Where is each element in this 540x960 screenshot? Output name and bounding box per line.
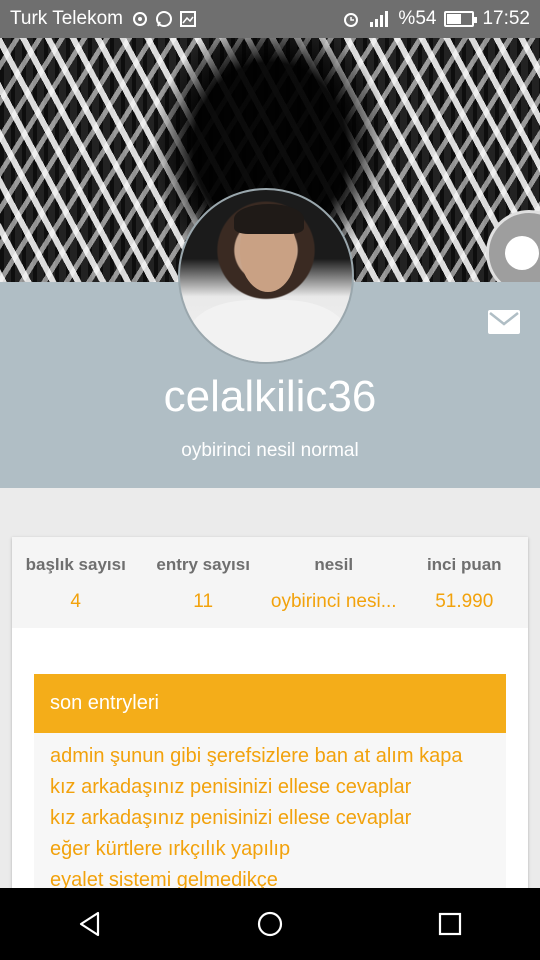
generation-label: oybirinci nesil normal <box>181 440 359 461</box>
recents-button[interactable] <box>430 904 470 944</box>
stat-nesil: nesil oybirinci nesi... <box>267 537 401 628</box>
home-circle-icon <box>257 911 283 937</box>
image-icon <box>179 11 196 27</box>
stat-baslik-count[interactable]: başlık sayısı 4 <box>12 537 139 628</box>
back-button[interactable] <box>70 904 110 944</box>
stat-label: nesil <box>314 555 354 574</box>
stat-value: 51.990 <box>435 591 494 612</box>
avatar[interactable] <box>178 188 354 364</box>
alarm-icon <box>344 13 359 27</box>
whatsapp-icon <box>155 11 172 27</box>
carrier-name: Turk Telekom <box>10 8 123 29</box>
clock: 17:52 <box>482 8 530 29</box>
entry-link[interactable]: eğer kürtlere ırkçılık yapılıp <box>50 834 490 865</box>
battery-percent: %54 <box>398 8 437 29</box>
location-ring-icon <box>132 12 147 26</box>
home-button[interactable] <box>250 904 290 944</box>
stat-label: entry sayısı <box>156 555 250 574</box>
stat-value: 11 <box>193 591 214 612</box>
signal-h-icon <box>370 11 389 27</box>
mail-icon[interactable] <box>488 310 520 334</box>
recent-entries-section: son entryleri admin şunun gibi şerefsizl… <box>34 674 506 896</box>
stat-value: oybirinci nesi... <box>270 591 397 612</box>
back-triangle-icon <box>79 911 100 937</box>
entry-link[interactable]: kız arkadaşınız penisinizi ellese cevapl… <box>50 803 490 834</box>
stat-value: 4 <box>70 591 81 612</box>
stat-inci-puan: inci puan 51.990 <box>401 537 528 628</box>
recent-entries-header: son entryleri <box>34 674 506 733</box>
stat-label: başlık sayısı <box>25 555 126 574</box>
stats-row: başlık sayısı 4 entry sayısı 11 nesil oy… <box>12 537 528 628</box>
stats-card: başlık sayısı 4 entry sayısı 11 nesil oy… <box>12 537 528 897</box>
battery-icon <box>444 11 478 27</box>
entry-link[interactable]: admin şunun gibi şerefsizlere ban at alı… <box>50 741 490 772</box>
status-bar: Turk Telekom %54 17:52 <box>0 0 540 38</box>
navigation-bar <box>0 888 540 960</box>
username: celalkilic36 <box>163 372 377 421</box>
recents-square-icon <box>438 912 462 936</box>
stat-label: inci puan <box>426 555 502 574</box>
entry-list: admin şunun gibi şerefsizlere ban at alı… <box>34 733 506 896</box>
entry-link[interactable]: kız arkadaşınız penisinizi ellese cevapl… <box>50 772 490 803</box>
stat-entry-count[interactable]: entry sayısı 11 <box>139 537 266 628</box>
